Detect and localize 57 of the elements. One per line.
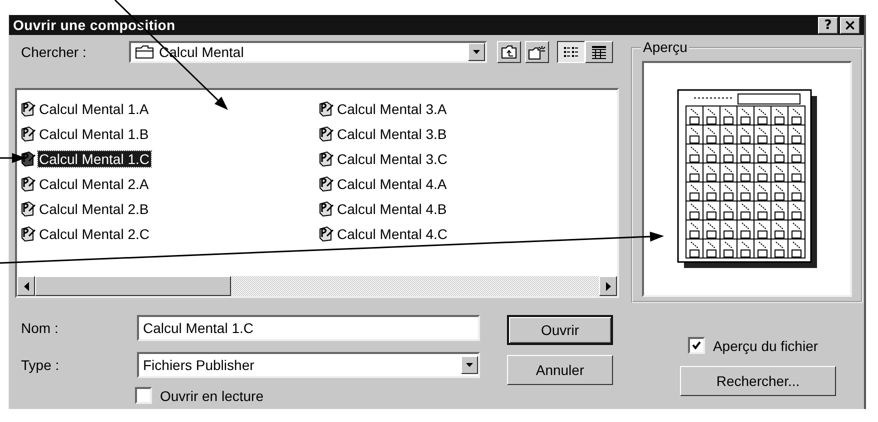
publication-file-icon [20, 126, 36, 142]
dialog-button[interactable]: Ouvrir [507, 315, 613, 345]
file-item[interactable]: Calcul Mental 1.B [38, 126, 150, 142]
horizontal-scrollbar[interactable] [17, 276, 617, 296]
file-item[interactable]: Calcul Mental 3.B [336, 126, 448, 142]
annotation-arrow [0, 153, 26, 163]
publication-file-icon [20, 150, 36, 166]
scroll-right-icon[interactable] [606, 282, 610, 290]
details-view-button[interactable] [585, 41, 613, 63]
preview-title: Aperçu [641, 39, 690, 55]
preview-checkbox-label: Aperçu du fichier [712, 338, 818, 354]
close-button[interactable]: × [840, 16, 860, 34]
scrollbar-thumb[interactable] [35, 276, 231, 296]
check-icon [692, 341, 701, 350]
publication-file-icon [20, 226, 36, 242]
publication-file-icon [318, 100, 334, 116]
type-dropdown[interactable]: Fichiers Publisher [137, 352, 480, 378]
file-item[interactable]: Calcul Mental 3.C [336, 150, 448, 166]
window-title: Ouvrir une composition [13, 17, 176, 33]
up-folder-icon [501, 45, 517, 59]
publication-file-icon [318, 176, 334, 192]
name-label: Nom : [20, 320, 60, 336]
details-view-icon [591, 44, 607, 60]
file-item[interactable]: Calcul Mental 2.B [38, 200, 150, 216]
folder-icon [135, 45, 155, 59]
file-item[interactable]: Calcul Mental 4.C [336, 226, 448, 242]
help-button[interactable]: ? [818, 16, 838, 34]
publication-file-icon [318, 150, 334, 166]
file-item[interactable]: Calcul Mental 4.A [336, 176, 448, 192]
find-button[interactable]: Rechercher... [680, 366, 836, 396]
new-folder-icon [528, 44, 546, 60]
read-only-label: Ouvrir en lecture [160, 388, 264, 404]
file-item[interactable]: Calcul Mental 1.C [38, 150, 150, 166]
publication-file-icon [318, 126, 334, 142]
file-item[interactable]: Calcul Mental 2.C [38, 226, 150, 242]
up-folder-button[interactable] [497, 41, 521, 63]
dropdown-arrow-icon [472, 49, 481, 55]
file-item[interactable]: Calcul Mental 2.A [38, 176, 150, 192]
publication-file-icon [20, 100, 36, 116]
publication-file-icon [318, 226, 334, 242]
new-folder-button[interactable] [525, 41, 549, 63]
type-label: Type : [20, 357, 60, 373]
file-item[interactable]: Calcul Mental 4.B [336, 200, 448, 216]
list-view-icon [563, 44, 579, 60]
file-item[interactable]: Calcul Mental 3.A [336, 100, 448, 116]
dropdown-arrow-icon [465, 362, 474, 368]
publication-file-icon [20, 176, 36, 192]
name-input-field[interactable]: Calcul Mental 1.C [137, 315, 480, 341]
look-in-label: Chercher : [20, 44, 88, 60]
read-only-checkbox[interactable] [135, 387, 152, 404]
publication-file-icon [20, 200, 36, 216]
publication-file-icon [318, 200, 334, 216]
file-item[interactable]: Calcul Mental 1.A [38, 100, 150, 116]
scroll-left-icon[interactable] [24, 282, 28, 290]
preview-checkbox[interactable] [688, 337, 705, 354]
dialog-button[interactable]: Annuler [507, 355, 613, 385]
list-view-button[interactable] [557, 41, 585, 63]
